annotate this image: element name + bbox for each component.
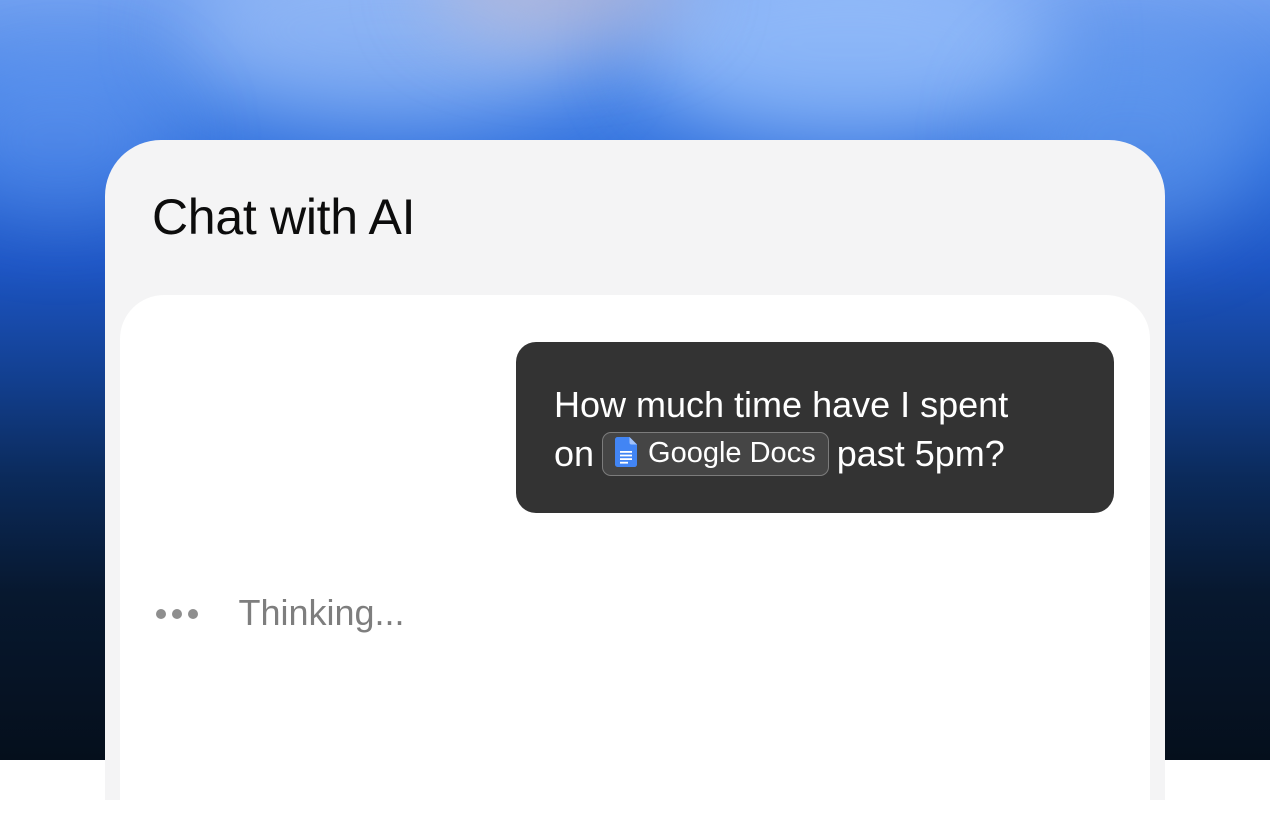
thinking-status-text: Thinking...: [238, 592, 405, 633]
assistant-thinking-indicator: Thinking...: [156, 591, 405, 635]
app-mention-chip[interactable]: Google Docs: [602, 432, 829, 477]
chat-panel: Chat with AI How much time have I spent …: [105, 140, 1165, 835]
user-message-line: on Google Docs past 5pm?: [554, 429, 1084, 478]
user-message-line: How much time have I spent: [554, 384, 1009, 425]
background-glow: [640, 0, 1060, 140]
user-message-text: on: [554, 433, 595, 474]
app-chip-label: Google Docs: [648, 437, 816, 470]
typing-dot: [156, 609, 166, 619]
typing-dots-icon: [156, 607, 204, 619]
chat-message-area[interactable]: How much time have I spent on Google Docs…: [120, 295, 1150, 835]
typing-dot: [172, 609, 182, 619]
typing-dot: [188, 609, 198, 619]
user-message-text: past 5pm?: [836, 433, 1005, 474]
panel-title: Chat with AI: [152, 189, 416, 245]
user-message-bubble: How much time have I spent on Google Docs…: [516, 342, 1114, 513]
google-docs-icon: [615, 436, 638, 467]
